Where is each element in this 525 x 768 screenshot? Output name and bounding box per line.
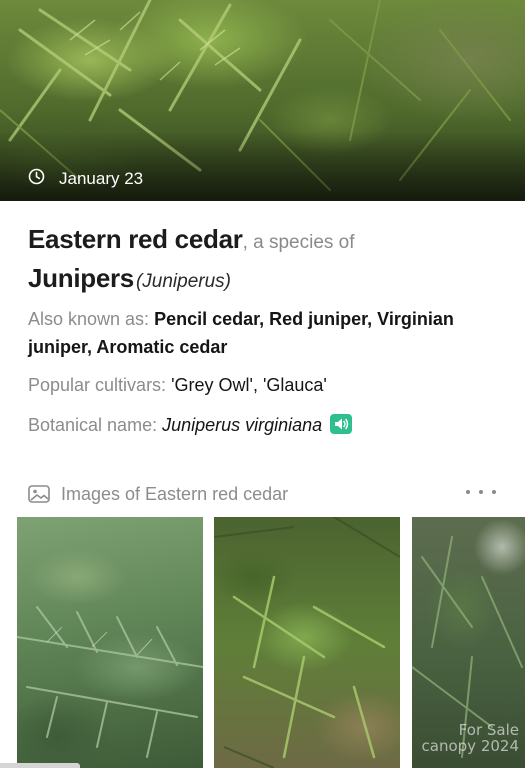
scroll-indicator: [0, 763, 80, 768]
genus-latin-name: (Juniperus): [135, 271, 232, 292]
popular-cultivars-label: Popular cultivars:: [28, 375, 167, 395]
image-watermark: For Sale canopy 2024: [421, 721, 519, 755]
species-of-text: , a species of: [242, 232, 355, 253]
images-section-title: Images of Eastern red cedar: [61, 483, 289, 504]
more-dot: [466, 490, 470, 494]
plant-detail-page: January 23 Eastern red cedar, a species …: [0, 0, 525, 768]
species-common-name: Eastern red cedar: [28, 224, 243, 254]
hero-photo[interactable]: January 23: [0, 0, 525, 201]
gallery-foliage-art: [214, 517, 400, 768]
gallery-image-3[interactable]: For Sale canopy 2024: [412, 517, 525, 768]
genus-link[interactable]: Junipers: [28, 263, 134, 293]
botanical-name-value: Juniperus virginiana: [162, 415, 323, 435]
popular-cultivars-row: Popular cultivars: 'Grey Owl', 'Glauca': [28, 371, 503, 399]
more-dot: [479, 490, 483, 494]
images-section-header: Images of Eastern red cedar: [28, 481, 498, 507]
gallery-image-1[interactable]: [17, 517, 203, 768]
photo-date: January 23: [28, 168, 143, 190]
hero-gradient-overlay: [0, 131, 525, 201]
more-dot: [492, 490, 496, 494]
clock-icon: [28, 168, 45, 188]
image-icon: [28, 485, 50, 503]
gallery-foliage-art: [17, 606, 203, 758]
also-known-as-row: Also known as: Pencil cedar, Red juniper…: [28, 305, 503, 361]
botanical-name-label: Botanical name:: [28, 415, 158, 435]
photo-date-text: January 23: [59, 169, 144, 188]
also-known-as-label: Also known as:: [28, 309, 150, 329]
image-gallery: For Sale canopy 2024: [17, 517, 525, 768]
botanical-name-row: Botanical name: Juniperus virginiana: [28, 411, 503, 439]
popular-cultivars-value: 'Grey Owl', 'Glauca': [171, 375, 327, 395]
speaker-icon[interactable]: [330, 414, 353, 434]
plant-title: Eastern red cedar, a species of Junipers…: [28, 222, 498, 300]
more-dots-icon[interactable]: [466, 481, 496, 503]
gallery-image-2[interactable]: [214, 517, 400, 768]
